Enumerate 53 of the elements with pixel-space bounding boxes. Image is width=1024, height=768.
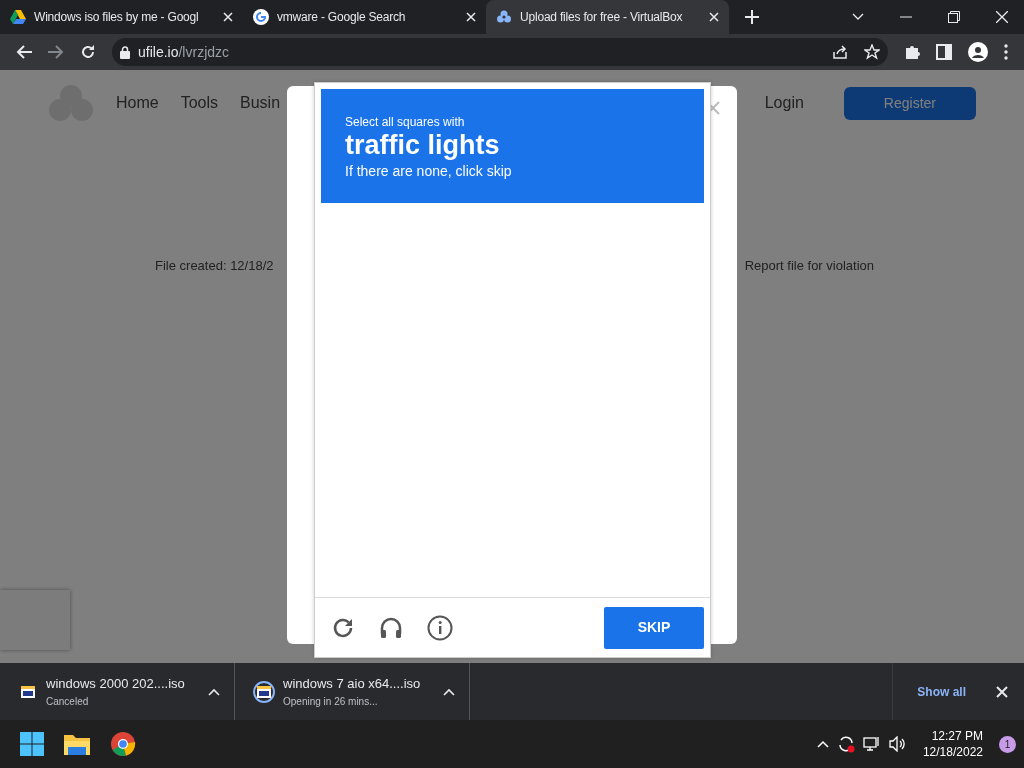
report-link[interactable]: Report file for violation [744,256,874,276]
folder-icon[interactable] [64,733,90,755]
cloud-icon [496,9,512,25]
address-bar[interactable]: ufile.io/lvrzjdzc [112,38,888,66]
chevron-down-icon[interactable] [852,13,864,21]
skip-button[interactable]: SKIP [604,606,704,649]
info-icon[interactable] [427,614,453,641]
chevron-up-icon[interactable] [443,687,455,696]
menu-icon[interactable] [1004,44,1008,60]
chrome-icon[interactable] [110,731,136,757]
notification-badge[interactable]: 1 [999,735,1016,753]
forward-icon[interactable] [48,45,64,59]
captcha-target: traffic lights [345,131,501,161]
clock-time: 12:27 PM [930,727,983,744]
url-text: ufile.io/lvrzjdzc [138,42,230,62]
browser-tab[interactable]: Windows iso files by me - Googl [0,0,243,34]
tab-title: Upload files for free - VirtualBox [520,9,684,26]
lock-icon [120,45,130,59]
profile-icon[interactable] [968,42,988,62]
windows-icon[interactable] [20,732,44,756]
browser-tab[interactable]: vmware - Google Search [243,0,486,34]
show-all-button[interactable]: Show all [911,681,972,702]
restore-icon[interactable] [948,11,960,23]
browser-tab[interactable]: Upload files for free - VirtualBox [486,0,729,34]
tab-title: Windows iso files by me - Googl [34,9,200,26]
tab-title: vmware - Google Search [277,9,407,26]
login-link[interactable]: Login [764,91,804,115]
captcha-hint: If there are none, click skip [345,161,513,181]
file-info-text: File created: 12/18/2 [155,257,274,275]
clock-date: 12/18/2022 [922,744,983,761]
download-status: Canceled [46,694,90,709]
sync-icon[interactable] [836,735,855,753]
nav-link[interactable]: Tools [180,91,219,115]
star-icon[interactable] [864,44,880,60]
plus-icon[interactable] [745,10,759,24]
progress-file-icon [253,680,275,703]
chevron-up-icon[interactable] [208,687,220,696]
download-name: windows 2000 202....iso [46,675,186,694]
share-icon[interactable] [832,44,848,60]
download-status: Opening in 26 mins... [283,694,379,709]
captcha-prompt: Select all squares with [345,114,466,131]
reload-icon[interactable] [80,44,96,60]
nav-link[interactable]: Busin [240,91,281,115]
back-icon[interactable] [16,45,32,59]
puzzle-icon[interactable] [904,44,920,60]
speaker-icon[interactable] [888,736,907,752]
network-icon[interactable] [862,736,881,752]
download-name: windows 7 aio x64....iso [283,675,422,694]
sidebar-icon[interactable] [936,44,952,60]
drive-icon [10,9,26,25]
nav-link[interactable]: Home [116,91,159,115]
headphones-icon[interactable] [379,615,403,640]
google-icon [253,9,269,25]
